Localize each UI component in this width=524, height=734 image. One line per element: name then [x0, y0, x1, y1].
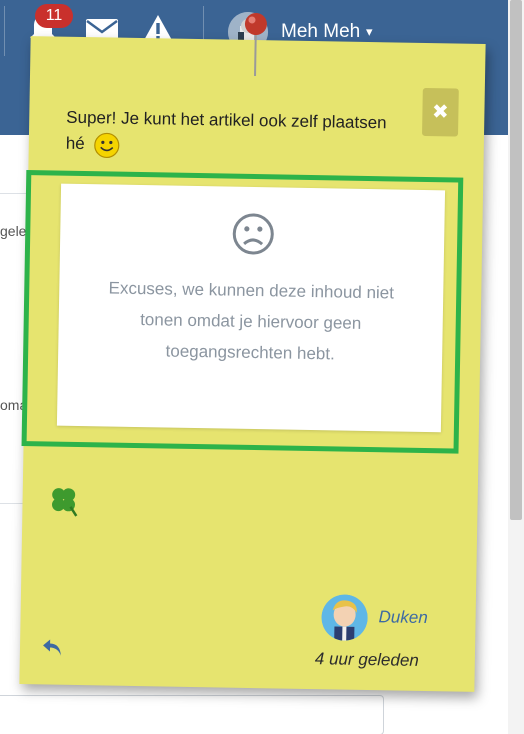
reply-icon[interactable]: [41, 636, 65, 658]
note-message: Super! Je kunt het artikel ook zelf plaa…: [66, 105, 397, 163]
chevron-down-icon[interactable]: ▾: [366, 24, 373, 40]
scrollbar-thumb[interactable]: [510, 0, 522, 520]
author-link[interactable]: Duken: [378, 607, 427, 628]
author-avatar-image: [321, 594, 368, 642]
nav-separator: [4, 6, 5, 56]
highlight-frame: Excuses, we kunnen deze inhoud niet tone…: [21, 170, 464, 454]
restricted-content-box: Excuses, we kunnen deze inhoud niet tone…: [56, 183, 446, 433]
clover-icon: [52, 488, 78, 517]
sad-face-icon: [232, 213, 274, 255]
pushpin-icon: [244, 13, 267, 77]
restricted-message: Excuses, we kunnen deze inhoud niet tone…: [108, 278, 395, 364]
notification-badge: 11: [35, 4, 73, 28]
timestamp: 4 uur geleden: [314, 649, 420, 670]
close-icon: ✖: [431, 101, 449, 124]
sticky-note: Super! Je kunt het artikel ook zelf plaa…: [19, 13, 486, 692]
close-button[interactable]: ✖: [422, 87, 459, 137]
author-avatar[interactable]: [321, 594, 368, 642]
comment-input[interactable]: [0, 695, 384, 734]
smiley-icon: [93, 132, 120, 158]
